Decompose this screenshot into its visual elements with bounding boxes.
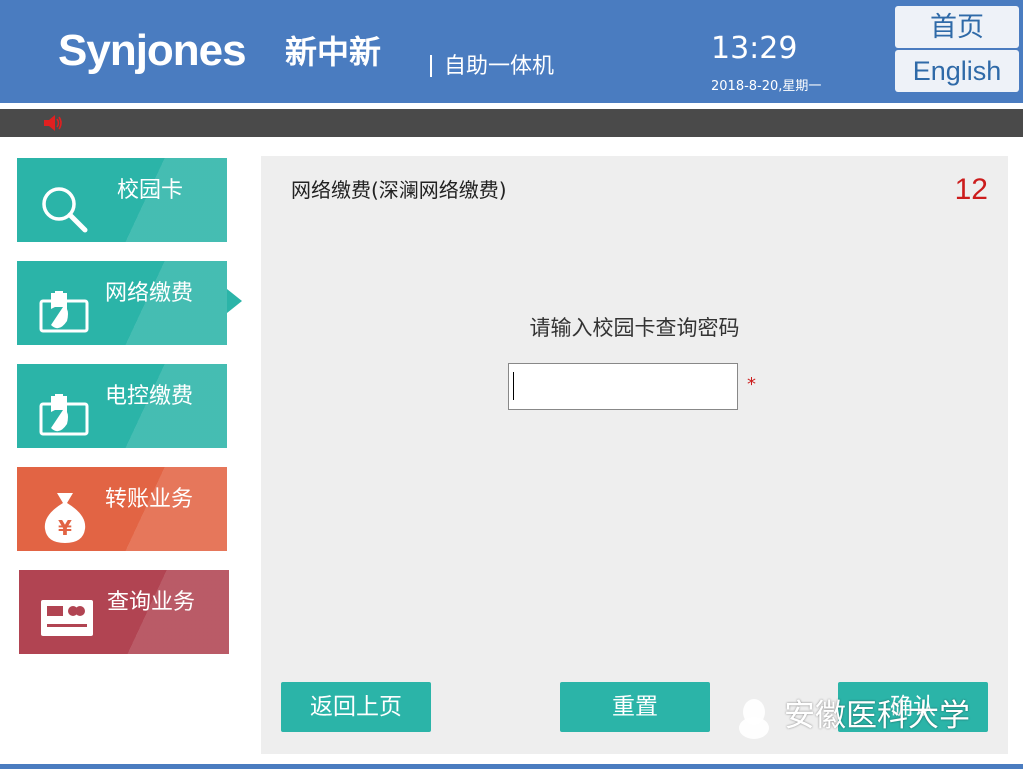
- sidebar-item-label: 网络缴费: [105, 281, 194, 306]
- watermark-penguin-icon: [739, 699, 769, 739]
- header-bar: Synjones 新中新 自助一体机 13:29 2018-8-20,星期一 首…: [0, 0, 1023, 103]
- back-button[interactable]: 返回上页: [281, 682, 431, 732]
- brand-divider: [430, 55, 432, 77]
- clock-date: 2018-8-20,星期一: [711, 79, 822, 94]
- home-button[interactable]: 首页: [895, 6, 1019, 48]
- search-icon: [42, 187, 88, 233]
- sidebar-item-network-fee[interactable]: 网络缴费: [17, 261, 227, 345]
- sidebar-item-label: 转账业务: [105, 487, 194, 512]
- brand-logo: Synjones: [58, 26, 247, 75]
- bank-card-icon: [41, 600, 93, 636]
- password-input[interactable]: [508, 363, 738, 410]
- sidebar-item-label: 校园卡: [117, 178, 184, 203]
- sidebar-item-campus-card[interactable]: 校园卡: [17, 158, 227, 242]
- sidebar-item-power-fee[interactable]: 电控缴费: [17, 364, 227, 448]
- sidebar-item-label: 电控缴费: [105, 384, 194, 409]
- bottom-border: [0, 764, 1023, 769]
- sidebar-item-label: 查询业务: [107, 590, 196, 615]
- sidebar-item-transfer[interactable]: ¥ 转账业务: [17, 467, 227, 551]
- main-panel: 网络缴费(深澜网络缴费) 12 请输入校园卡查询密码 * 返回上页 重置 确认: [261, 156, 1008, 754]
- page-title: 网络缴费(深澜网络缴费): [291, 178, 507, 202]
- money-bag-icon: ¥: [44, 493, 86, 543]
- english-button[interactable]: English: [895, 50, 1019, 92]
- notice-bar: [0, 109, 1023, 137]
- countdown-timer: 12: [954, 173, 988, 206]
- required-mark: *: [747, 374, 756, 395]
- speaker-icon[interactable]: [42, 113, 64, 133]
- clock-time: 13:29: [711, 31, 798, 66]
- watermark-text: 安徽医科大学: [784, 698, 970, 734]
- svg-text:¥: ¥: [58, 516, 72, 540]
- hand-card-icon: [39, 394, 89, 436]
- sidebar-item-query[interactable]: 查询业务: [19, 570, 229, 654]
- reset-button[interactable]: 重置: [560, 682, 710, 732]
- brand-name-cn: 新中新: [285, 33, 382, 71]
- active-indicator-arrow: [227, 289, 242, 313]
- hand-card-icon: [39, 291, 89, 333]
- password-prompt: 请输入校园卡查询密码: [529, 316, 740, 340]
- device-subtitle: 自助一体机: [444, 54, 555, 79]
- text-caret: [513, 372, 514, 400]
